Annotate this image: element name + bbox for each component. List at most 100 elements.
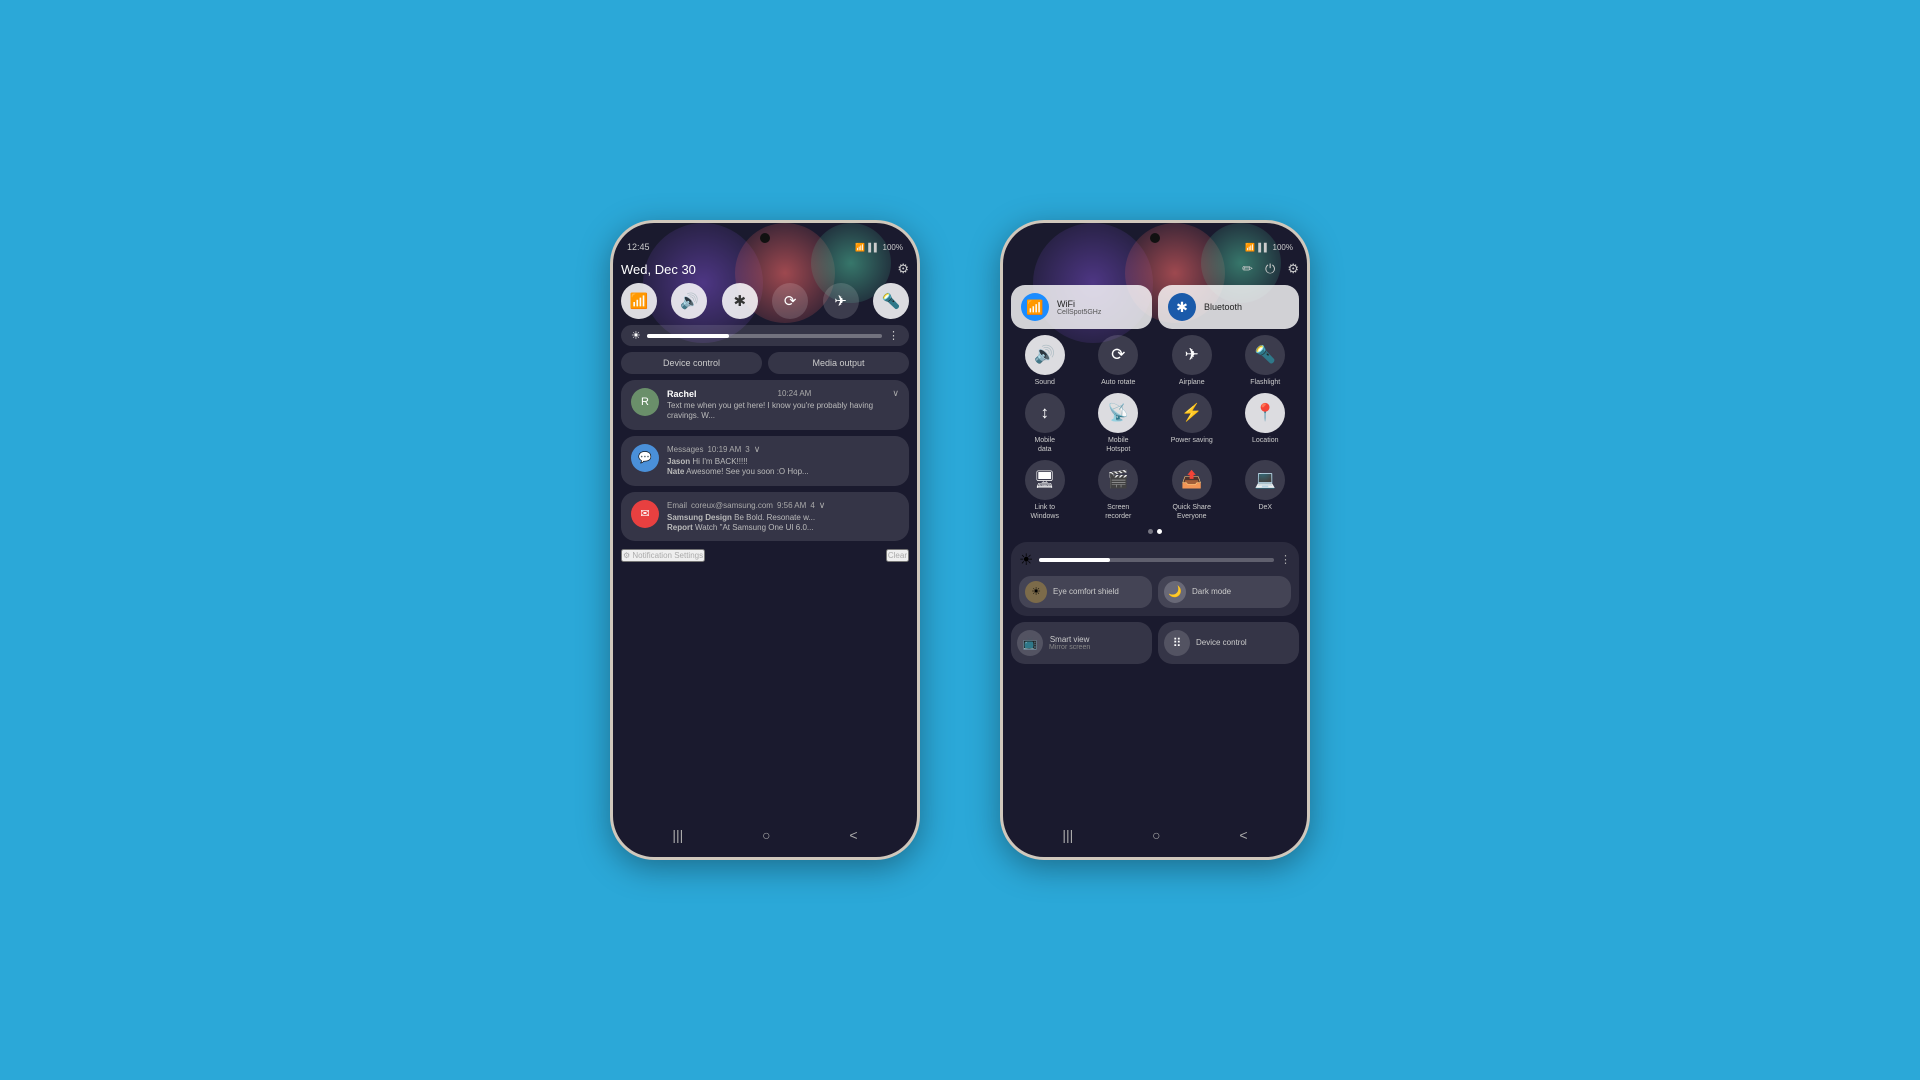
- qs-power-saving[interactable]: ⚡ Power saving: [1158, 393, 1226, 454]
- quick-share-circle: 📤: [1172, 460, 1212, 500]
- dark-mode-icon: 🌙: [1164, 581, 1186, 603]
- home-icon-2[interactable]: ○: [1152, 827, 1160, 843]
- qs-brightness-slider[interactable]: [1039, 558, 1274, 562]
- signal-icon-2: ▌▌: [1258, 243, 1269, 252]
- qs-more-icon[interactable]: ⋮: [1280, 553, 1291, 566]
- email-badge: 4: [810, 501, 814, 510]
- airplane-tile[interactable]: ✈: [823, 283, 859, 319]
- eye-comfort-icon: ☀: [1025, 581, 1047, 603]
- brightness-icon: ☀: [631, 329, 641, 342]
- header-date: Wed, Dec 30: [621, 262, 696, 277]
- back-icon-2[interactable]: <: [1239, 827, 1247, 843]
- email-app-name: Email: [667, 501, 687, 510]
- power-saving-label: Power saving: [1171, 437, 1213, 445]
- screen-recorder-circle: 🎬: [1098, 460, 1138, 500]
- messages-expand-icon[interactable]: ∨: [754, 444, 761, 455]
- sound-label: Sound: [1035, 379, 1055, 387]
- device-control-button-2[interactable]: ⠿ Device control: [1158, 622, 1299, 664]
- sound-tile[interactable]: 🔊: [671, 283, 707, 319]
- email-notification[interactable]: ✉ Email coreux@samsung.com 9:56 AM 4 ∨ S…: [621, 492, 909, 542]
- power-icon[interactable]: ⏻: [1265, 261, 1275, 277]
- flashlight-label: Flashlight: [1250, 379, 1280, 387]
- autorotate-tile[interactable]: ⟳: [772, 283, 808, 319]
- smart-view-button[interactable]: 📺 Smart view Mirror screen: [1011, 622, 1152, 664]
- notification-settings-button[interactable]: ⚙ Notification Settings: [621, 549, 705, 562]
- wifi-icon: 📶: [855, 243, 865, 252]
- bluetooth-tile-label: Bluetooth: [1204, 302, 1242, 312]
- qs-autorotate[interactable]: ⟳ Auto rotate: [1085, 335, 1153, 387]
- qs-mobile-data[interactable]: ↕ Mobiledata: [1011, 393, 1079, 454]
- device-control-button[interactable]: Device control: [621, 352, 762, 374]
- settings-icon[interactable]: ⚙: [897, 261, 909, 277]
- qs-screen-recorder[interactable]: 🎬 Screenrecorder: [1085, 460, 1153, 521]
- qs-quick-share[interactable]: 📤 Quick ShareEveryone: [1158, 460, 1226, 521]
- messages-notification[interactable]: 💬 Messages 10:19 AM 3 ∨ Jason Hi I'm BAC…: [621, 436, 909, 486]
- home-icon[interactable]: ○: [762, 827, 770, 843]
- recent-apps-icon[interactable]: |||: [672, 827, 683, 843]
- bluetooth-large-tile[interactable]: ✱ Bluetooth: [1158, 285, 1299, 329]
- autorotate-label: Auto rotate: [1101, 379, 1135, 387]
- dark-mode-label: Dark mode: [1192, 587, 1231, 596]
- status-bar-2: 📶 ▌▌ 100%: [1003, 233, 1307, 257]
- qs-dex[interactable]: 💻 DeX: [1232, 460, 1300, 521]
- qs-settings-icon[interactable]: ⚙: [1287, 261, 1299, 277]
- messages-avatar: 💬: [631, 444, 659, 472]
- dex-label: DeX: [1258, 504, 1272, 512]
- wifi-large-tile[interactable]: 📶 WiFi CellSpot5GHz: [1011, 285, 1152, 329]
- status-time: 12:45: [627, 242, 650, 252]
- dex-circle: 💻: [1245, 460, 1285, 500]
- dark-mode-button[interactable]: 🌙 Dark mode: [1158, 576, 1291, 608]
- rachel-expand-icon[interactable]: ∨: [892, 388, 899, 399]
- flashlight-tile[interactable]: 🔦: [873, 283, 909, 319]
- eye-comfort-button[interactable]: ☀ Eye comfort shield: [1019, 576, 1152, 608]
- messages-app-name: Messages: [667, 445, 703, 454]
- rachel-message: Text me when you get here! I know you're…: [667, 401, 899, 422]
- page-indicators: [1011, 527, 1299, 536]
- battery-icon-2: 100%: [1273, 243, 1293, 252]
- bluetooth-large-icon: ✱: [1168, 293, 1196, 321]
- eye-comfort-label: Eye comfort shield: [1053, 587, 1119, 596]
- link-windows-label: Link toWindows: [1031, 504, 1059, 521]
- qs-sound[interactable]: 🔊 Sound: [1011, 335, 1079, 387]
- flashlight-circle: 🔦: [1245, 335, 1285, 375]
- airplane-label: Airplane: [1179, 379, 1205, 387]
- rachel-notification[interactable]: R Rachel 10:24 AM ∨ Text me when you get…: [621, 380, 909, 430]
- email-expand-icon[interactable]: ∨: [819, 500, 826, 511]
- email-line2: Report Watch "At Samsung One UI 6.0...: [667, 523, 899, 533]
- wifi-bt-row: 📶 WiFi CellSpot5GHz ✱ Bluetooth: [1011, 285, 1299, 329]
- phone-1: 12:45 📶 ▌▌ 100% Wed, Dec 30 ⚙ 📶 🔊 ✱ ⟳ ✈ …: [610, 220, 920, 860]
- brightness-more-icon[interactable]: ⋮: [888, 329, 899, 342]
- media-output-button[interactable]: Media output: [768, 352, 909, 374]
- location-circle: 📍: [1245, 393, 1285, 433]
- notification-footer: ⚙ Notification Settings Clear: [621, 547, 909, 564]
- smart-device-row: 📺 Smart view Mirror screen ⠿ Device cont…: [1011, 622, 1299, 664]
- qs-flashlight[interactable]: 🔦 Flashlight: [1232, 335, 1300, 387]
- rachel-name: Rachel: [667, 389, 697, 399]
- qs-airplane[interactable]: ✈ Airplane: [1158, 335, 1226, 387]
- mobile-data-circle: ↕: [1025, 393, 1065, 433]
- airplane-circle: ✈: [1172, 335, 1212, 375]
- brightness-row[interactable]: ☀ ⋮: [621, 325, 909, 346]
- qs-brightness-row[interactable]: ☀ ⋮: [1019, 550, 1291, 570]
- status-bar: 12:45 📶 ▌▌ 100%: [613, 233, 917, 257]
- wifi-tile-sub: CellSpot5GHz: [1057, 309, 1101, 316]
- rachel-time: 10:24 AM: [778, 389, 812, 398]
- edit-icon[interactable]: ✏: [1242, 261, 1253, 277]
- qs-hotspot[interactable]: 📡 MobileHotspot: [1085, 393, 1153, 454]
- recent-apps-icon-2[interactable]: |||: [1062, 827, 1073, 843]
- messages-time: 10:19 AM: [707, 445, 741, 454]
- control-buttons: Device control Media output: [621, 352, 909, 374]
- wifi-tile[interactable]: 📶: [621, 283, 657, 319]
- screen-recorder-label: Screenrecorder: [1105, 504, 1131, 521]
- autorotate-circle: ⟳: [1098, 335, 1138, 375]
- qs-link-windows[interactable]: 🖥 Link toWindows: [1011, 460, 1079, 521]
- bluetooth-tile[interactable]: ✱: [722, 283, 758, 319]
- back-icon[interactable]: <: [849, 827, 857, 843]
- wifi-tile-label: WiFi: [1057, 299, 1101, 309]
- qs-location[interactable]: 📍 Location: [1232, 393, 1300, 454]
- phone-2: 📶 ▌▌ 100% ✏ ⏻ ⚙ 📶 WiFi CellSpot5GHz: [1000, 220, 1310, 860]
- email-avatar: ✉: [631, 500, 659, 528]
- clear-button[interactable]: Clear: [886, 549, 909, 562]
- messages-line2: Nate Awesome! See you soon :O Hop...: [667, 467, 899, 477]
- brightness-slider[interactable]: [647, 334, 882, 338]
